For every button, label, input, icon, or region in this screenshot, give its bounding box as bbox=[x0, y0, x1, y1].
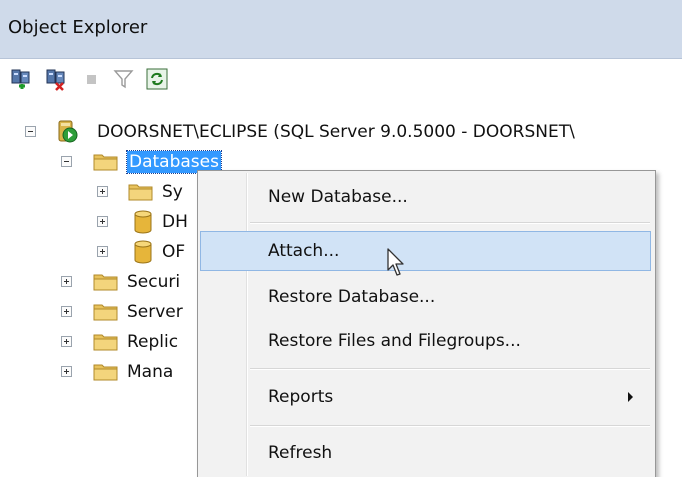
tree-node-server-objects[interactable]: Server bbox=[0, 297, 200, 327]
object-explorer-window: Object Explorer DOORSNET\ECLIPSE (SQL Se… bbox=[0, 0, 682, 477]
tree-label-server: DOORSNET\ECLIPSE (SQL Server 9.0.5000 - … bbox=[97, 122, 575, 142]
folder-icon bbox=[93, 362, 119, 386]
menu-separator bbox=[250, 369, 650, 370]
filter-button[interactable] bbox=[111, 66, 137, 92]
expand-toggle[interactable] bbox=[97, 246, 108, 257]
expand-toggle[interactable] bbox=[97, 186, 108, 197]
collapse-toggle[interactable] bbox=[25, 126, 36, 137]
submenu-arrow-icon bbox=[628, 392, 633, 402]
folder-icon bbox=[93, 332, 119, 356]
menu-item-reports[interactable]: Reports bbox=[200, 377, 651, 417]
folder-icon bbox=[93, 152, 119, 176]
menu-item-label: Attach... bbox=[268, 241, 340, 261]
menu-item-attach[interactable]: Attach... bbox=[200, 231, 651, 271]
tree-node-management[interactable]: Mana bbox=[0, 357, 200, 387]
menu-item-label: Refresh bbox=[268, 443, 333, 463]
tree-node-server[interactable]: DOORSNET\ECLIPSE (SQL Server 9.0.5000 - … bbox=[0, 117, 682, 147]
expand-toggle[interactable] bbox=[97, 216, 108, 227]
menu-item-restore-files-and-filegroups[interactable]: Restore Files and Filegroups... bbox=[200, 321, 651, 361]
expand-toggle[interactable] bbox=[61, 276, 72, 287]
menu-separator bbox=[250, 223, 650, 224]
menu-separator bbox=[250, 426, 650, 427]
toolbar bbox=[0, 59, 682, 101]
tree-node-replication[interactable]: Replic bbox=[0, 327, 200, 357]
menu-item-label: Reports bbox=[268, 387, 334, 407]
tree-node-security[interactable]: Securi bbox=[0, 267, 200, 297]
stop-icon bbox=[87, 75, 96, 84]
stop-button[interactable] bbox=[79, 66, 105, 92]
tree-label-child: OF bbox=[162, 242, 186, 262]
menu-item-label: New Database... bbox=[268, 187, 408, 207]
filter-icon bbox=[113, 70, 134, 89]
connect-icon bbox=[11, 69, 30, 89]
menu-item-restore-database[interactable]: Restore Database... bbox=[200, 277, 651, 317]
menu-item-refresh[interactable]: Refresh bbox=[200, 433, 651, 473]
expand-toggle[interactable] bbox=[61, 336, 72, 347]
tree-node-database[interactable]: OF bbox=[0, 237, 200, 267]
menu-item-new-database[interactable]: New Database... bbox=[200, 177, 651, 217]
folder-icon bbox=[93, 302, 119, 326]
expand-toggle[interactable] bbox=[61, 306, 72, 317]
expand-toggle[interactable] bbox=[61, 366, 72, 377]
window-title: Object Explorer bbox=[8, 17, 148, 38]
context-menu: New Database... Attach... Restore Databa… bbox=[197, 170, 656, 477]
folder-icon bbox=[93, 272, 119, 296]
database-icon bbox=[133, 239, 153, 269]
disconnect-button[interactable] bbox=[44, 66, 70, 92]
refresh-icon bbox=[146, 68, 168, 90]
folder-icon bbox=[128, 182, 154, 206]
tree-node-system-databases[interactable]: Sy bbox=[0, 177, 200, 207]
disconnect-icon bbox=[46, 69, 65, 91]
menu-item-label: Restore Database... bbox=[268, 287, 436, 307]
tree-label-child: Sy bbox=[162, 182, 183, 202]
tree-label-folder: Securi bbox=[127, 272, 181, 292]
tree-label-folder: Server bbox=[127, 302, 183, 322]
server-icon bbox=[56, 120, 80, 148]
connect-button[interactable] bbox=[9, 66, 35, 92]
collapse-toggle[interactable] bbox=[61, 156, 72, 167]
database-icon bbox=[133, 209, 153, 239]
tree-label-child: DH bbox=[162, 212, 188, 232]
refresh-button[interactable] bbox=[144, 66, 170, 92]
tree-label-folder: Replic bbox=[127, 332, 179, 352]
tree-label-folder: Mana bbox=[127, 362, 174, 382]
menu-item-label: Restore Files and Filegroups... bbox=[268, 331, 521, 351]
mouse-cursor-icon bbox=[386, 248, 406, 282]
title-bar: Object Explorer bbox=[0, 0, 682, 59]
tree-node-database[interactable]: DH bbox=[0, 207, 200, 237]
